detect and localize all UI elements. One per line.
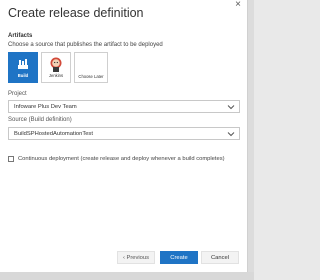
artifact-tile-label: Choose Later xyxy=(78,74,104,79)
artifact-tile-build[interactable]: Build xyxy=(8,52,38,83)
source-select[interactable]: BuildSPHostedAutomationTest xyxy=(8,127,240,140)
source-select-value: BuildSPHostedAutomationTest xyxy=(14,130,93,137)
artifact-tile-label: Jenkins xyxy=(48,73,64,78)
chevron-down-icon xyxy=(227,132,235,137)
continuous-deployment-row: Continuous deployment (create release an… xyxy=(8,156,225,162)
create-release-dialog: × Create release definition Artifacts Ch… xyxy=(0,0,248,272)
continuous-deployment-label: Continuous deployment (create release an… xyxy=(18,156,225,162)
artifact-tile-choose-later[interactable]: Choose Later xyxy=(74,52,108,83)
continuous-deployment-checkbox[interactable] xyxy=(8,156,14,162)
artifact-tile-jenkins[interactable]: Jenkins xyxy=(41,52,71,83)
previous-button[interactable]: ‹ Previous xyxy=(117,251,155,264)
artifacts-subtitle: Choose a source that publishes the artif… xyxy=(8,42,163,48)
dialog-title: Create release definition xyxy=(8,6,144,20)
artifacts-heading: Artifacts xyxy=(8,33,33,39)
background-scroll-area xyxy=(248,0,254,280)
project-select[interactable]: Infoware Plus Dev Team xyxy=(8,100,240,113)
artifact-source-tiles: Build Jenkins Choose Later xyxy=(8,52,108,83)
close-icon[interactable]: × xyxy=(235,0,241,10)
artifact-tile-label: Build xyxy=(17,73,29,78)
project-select-value: Infoware Plus Dev Team xyxy=(14,103,77,110)
create-button[interactable]: Create xyxy=(160,251,198,264)
cancel-button[interactable]: Cancel xyxy=(201,251,239,264)
project-label: Project xyxy=(8,91,27,97)
source-label: Source (Build definition) xyxy=(8,117,72,123)
chevron-down-icon xyxy=(227,105,235,110)
build-icon xyxy=(9,57,37,71)
jenkins-icon xyxy=(42,57,70,72)
background-page-strip xyxy=(0,272,254,280)
